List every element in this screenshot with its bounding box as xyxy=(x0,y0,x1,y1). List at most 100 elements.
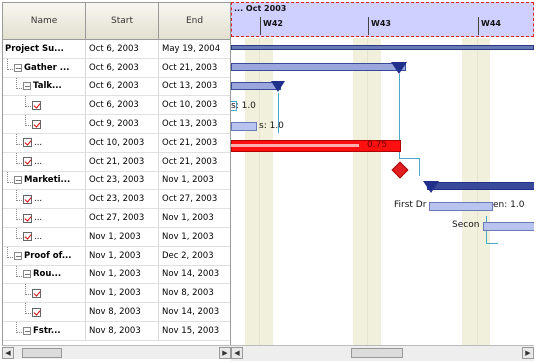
task-end-cell[interactable]: Dec 2, 2003 xyxy=(159,247,230,265)
task-name-cell[interactable]: − Proof of... xyxy=(3,246,86,265)
table-row[interactable]: − Gather ... Oct 6, 2003 Oct 21, 2003 xyxy=(3,58,230,78)
task-start-cell[interactable]: Oct 23, 2003 xyxy=(86,190,159,209)
table-row[interactable]: Project Su... Oct 6, 2003 May 19, 2004 xyxy=(3,40,230,59)
task-bar[interactable] xyxy=(231,122,257,131)
collapse-toggle-icon[interactable]: − xyxy=(23,270,31,279)
table-row[interactable]: Oct 9, 2003 Oct 13, 2003 xyxy=(3,115,230,134)
timeline-scroll-right-button[interactable]: ▶ xyxy=(522,347,534,359)
task-complete-checkbox-icon[interactable] xyxy=(23,232,32,242)
scroll-right-button[interactable]: ▶ xyxy=(219,346,231,359)
task-complete-checkbox-icon[interactable] xyxy=(23,138,32,148)
table-row[interactable]: ... Oct 27, 2003 Nov 1, 2003 xyxy=(3,209,230,228)
task-name-cell[interactable]: − Rou... xyxy=(3,265,86,284)
table-row[interactable]: ... Oct 21, 2003 Oct 21, 2003 xyxy=(3,152,230,172)
task-start-cell[interactable]: Oct 6, 2003 xyxy=(86,40,159,58)
task-start-cell[interactable]: Oct 9, 2003 xyxy=(86,115,159,133)
project-summary-bar[interactable] xyxy=(231,45,534,50)
task-start-cell[interactable]: Oct 6, 2003 xyxy=(86,96,159,115)
task-name-cell[interactable]: − Gather ... xyxy=(3,58,86,77)
task-name-cell[interactable] xyxy=(3,284,86,303)
task-name-cell[interactable]: ... xyxy=(3,209,86,227)
task-name-cell[interactable]: Project Su... xyxy=(3,40,86,58)
task-end-cell[interactable]: Nov 1, 2003 xyxy=(159,209,230,227)
table-row[interactable]: Nov 8, 2003 Nov 14, 2003 xyxy=(3,303,230,322)
task-end-cell[interactable]: Oct 27, 2003 xyxy=(159,190,230,208)
table-horizontal-scrollbar[interactable]: ◀ ▶ xyxy=(2,345,231,359)
table-row[interactable]: − Fstr... Nov 8, 2003 Nov 15, 2003 xyxy=(3,321,230,341)
task-end-cell[interactable]: Oct 13, 2003 xyxy=(159,78,230,96)
task-start-cell[interactable]: Nov 1, 2003 xyxy=(86,227,159,246)
task-start-cell[interactable]: Oct 6, 2003 xyxy=(86,77,159,96)
task-end-cell[interactable]: Nov 8, 2003 xyxy=(159,284,230,302)
column-header-name[interactable]: Name xyxy=(3,3,86,39)
task-start-cell[interactable]: Nov 8, 2003 xyxy=(86,321,159,340)
table-row[interactable]: − Rou... Nov 1, 2003 Nov 14, 2003 xyxy=(3,265,230,285)
table-row[interactable]: Nov 1, 2003 Nov 8, 2003 xyxy=(3,284,230,304)
task-name-cell[interactable]: ... xyxy=(3,227,86,246)
task-end-cell[interactable]: Oct 13, 2003 xyxy=(159,115,230,133)
task-name: Marketi... xyxy=(24,175,71,186)
task-name-cell[interactable]: ... xyxy=(3,152,86,171)
collapse-toggle-icon[interactable]: − xyxy=(23,326,31,335)
table-row[interactable]: − Marketi... Oct 23, 2003 Nov 1, 2003 xyxy=(3,171,230,191)
task-name-cell[interactable] xyxy=(3,115,86,133)
task-complete-checkbox-icon[interactable] xyxy=(32,288,41,298)
task-name-cell[interactable]: ... xyxy=(3,190,86,209)
collapse-toggle-icon[interactable]: − xyxy=(14,63,22,72)
table-row[interactable]: − Proof of... Nov 1, 2003 Dec 2, 2003 xyxy=(3,246,230,266)
task-end-cell[interactable]: Oct 21, 2003 xyxy=(159,153,230,171)
timeline-scroll-left-button[interactable]: ◀ xyxy=(231,347,243,359)
task-start-cell[interactable]: Oct 6, 2003 xyxy=(86,58,159,77)
task-end-cell[interactable]: Nov 1, 2003 xyxy=(159,172,230,190)
task-complete-checkbox-icon[interactable] xyxy=(23,194,32,204)
table-row[interactable]: Oct 6, 2003 Oct 10, 2003 xyxy=(3,96,230,116)
task-start-cell[interactable]: Nov 8, 2003 xyxy=(86,303,159,321)
collapse-toggle-icon[interactable]: − xyxy=(14,176,22,185)
task-start-cell[interactable]: Nov 1, 2003 xyxy=(86,265,159,284)
summary-bar-marketing[interactable] xyxy=(427,182,534,190)
collapse-toggle-icon[interactable]: − xyxy=(23,82,31,91)
task-end-cell[interactable]: May 19, 2004 xyxy=(159,40,230,58)
summary-bar-gather[interactable] xyxy=(231,63,406,71)
table-row[interactable]: ... Oct 10, 2003 Oct 21, 2003 xyxy=(3,133,230,153)
column-header-end[interactable]: End xyxy=(159,3,230,39)
task-complete-checkbox-icon[interactable] xyxy=(32,307,41,317)
task-name-cell[interactable] xyxy=(3,303,86,321)
scroll-left-button[interactable]: ◀ xyxy=(2,346,14,359)
task-end-cell[interactable]: Nov 14, 2003 xyxy=(159,266,230,284)
task-start-cell[interactable]: Nov 1, 2003 xyxy=(86,284,159,303)
task-complete-checkbox-icon[interactable] xyxy=(23,157,32,167)
timeline-horizontal-scrollbar[interactable]: ◀ ▶ xyxy=(231,345,534,361)
task-name-cell[interactable]: − Fstr... xyxy=(3,321,86,340)
milestone-diamond[interactable] xyxy=(391,161,409,179)
task-table: Name Start End Project Su... Oct 6, 2003 M… xyxy=(2,2,231,347)
task-start-cell[interactable]: Oct 10, 2003 xyxy=(86,133,159,152)
task-name-cell[interactable] xyxy=(3,96,86,115)
task-bar[interactable] xyxy=(483,222,534,231)
task-end-cell[interactable]: Oct 10, 2003 xyxy=(159,96,230,114)
timeline-scroll-thumb[interactable] xyxy=(351,348,403,358)
task-start-cell[interactable]: Oct 21, 2003 xyxy=(86,152,159,171)
task-end-cell[interactable]: Nov 15, 2003 xyxy=(159,322,230,340)
task-end-cell[interactable]: Oct 21, 2003 xyxy=(159,59,230,77)
tree-line xyxy=(7,171,13,183)
column-header-start[interactable]: Start xyxy=(86,3,159,39)
task-complete-checkbox-icon[interactable] xyxy=(32,119,41,129)
task-name-cell[interactable]: − Talk... xyxy=(3,77,86,96)
task-complete-checkbox-icon[interactable] xyxy=(32,100,41,110)
task-name-cell[interactable]: − Marketi... xyxy=(3,171,86,190)
task-complete-checkbox-icon[interactable] xyxy=(23,213,32,223)
table-row[interactable]: ... Nov 1, 2003 Nov 1, 2003 xyxy=(3,227,230,247)
task-start-cell[interactable]: Nov 1, 2003 xyxy=(86,246,159,265)
scroll-thumb[interactable] xyxy=(22,347,62,358)
table-row[interactable]: − Talk... Oct 6, 2003 Oct 13, 2003 xyxy=(3,77,230,97)
table-row[interactable]: ... Oct 23, 2003 Oct 27, 2003 xyxy=(3,190,230,210)
task-start-cell[interactable]: Oct 23, 2003 xyxy=(86,171,159,190)
task-end-cell[interactable]: Oct 21, 2003 xyxy=(159,134,230,152)
task-bar[interactable] xyxy=(429,202,493,211)
task-name-cell[interactable]: ... xyxy=(3,133,86,152)
task-end-cell[interactable]: Nov 14, 2003 xyxy=(159,303,230,321)
task-start-cell[interactable]: Oct 27, 2003 xyxy=(86,209,159,227)
collapse-toggle-icon[interactable]: − xyxy=(14,251,22,260)
task-end-cell[interactable]: Nov 1, 2003 xyxy=(159,228,230,246)
